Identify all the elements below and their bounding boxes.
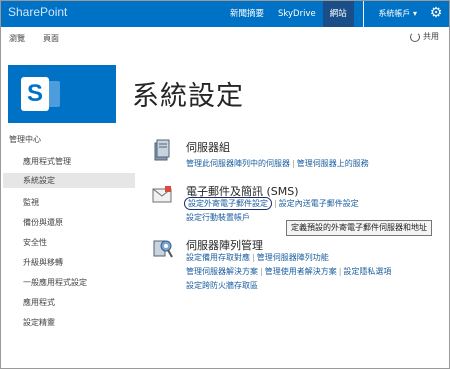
suite-nav-skydrive[interactable]: SkyDrive <box>271 1 323 27</box>
window-frame: SharePoint 新聞摘要 SkyDrive 網站 系統帳戶 ▾ ⚙ 瀏覽 … <box>0 0 450 369</box>
left-nav-item[interactable]: 一般應用程式設定 <box>23 277 87 288</box>
link-mobile-account[interactable]: 設定行動裝置帳戶 <box>186 212 250 223</box>
share-button[interactable]: 共用 <box>410 31 439 42</box>
brand-label[interactable]: SharePoint <box>8 5 67 19</box>
link-farm-features[interactable]: 管理伺服器陣列功能 <box>257 253 329 262</box>
left-nav-item-selected[interactable]: 系統設定 <box>3 173 135 188</box>
account-menu[interactable]: 系統帳戶 ▾ <box>378 1 417 27</box>
farm-management-icon <box>153 240 173 258</box>
server-icon <box>154 139 170 161</box>
link-manage-services[interactable]: 管理伺服器上的服務 <box>297 159 369 168</box>
group-title-farm[interactable]: 伺服器陣列管理 <box>186 237 263 253</box>
group-title-servers[interactable]: 伺服器組 <box>186 139 230 155</box>
tab-browse[interactable]: 瀏覽 <box>9 33 25 44</box>
link-cross-firewall[interactable]: 設定跨防火牆存取區 <box>186 280 258 291</box>
suite-bar: SharePoint 新聞摘要 SkyDrive 網站 系統帳戶 ▾ ⚙ <box>1 1 449 27</box>
link-privacy[interactable]: 設定隱私選項 <box>343 267 391 276</box>
gear-icon[interactable]: ⚙ <box>428 5 444 21</box>
group-links-servers: 管理此伺服器陣列中的伺服器 | 管理伺服器上的服務 <box>186 159 369 168</box>
left-nav-item[interactable]: 升級與移轉 <box>23 257 63 268</box>
link-manage-servers[interactable]: 管理此伺服器陣列中的伺服器 <box>186 159 290 168</box>
share-icon <box>410 31 420 42</box>
link-farm-solutions[interactable]: 管理伺服器解決方案 <box>186 267 258 276</box>
link-outgoing-email[interactable]: 設定外寄電子郵件設定 <box>184 197 272 210</box>
link-alternate-access[interactable]: 設定備用存取對應 <box>186 253 250 262</box>
left-nav-item[interactable]: 應用程式 <box>23 297 55 308</box>
left-nav-item[interactable]: 備份與還原 <box>23 217 63 228</box>
tooltip: 定義預設的外寄電子郵件伺服器和地址 <box>286 220 432 236</box>
logo-s-tile: S <box>21 77 49 111</box>
left-nav-item[interactable]: 安全性 <box>23 237 47 248</box>
suite-nav-sites[interactable]: 網站 <box>322 1 354 27</box>
group-links-farm-2: 管理伺服器解決方案 | 管理使用者解決方案 | 設定隱私選項 <box>186 267 392 276</box>
link-incoming-email[interactable]: 設定內送電子郵件設定 <box>279 199 359 208</box>
ribbon: 瀏覽 頁面 共用 <box>1 27 449 49</box>
suite-nav: 新聞摘要 SkyDrive 網站 <box>223 1 354 27</box>
left-nav-item[interactable]: 設定精靈 <box>23 317 55 328</box>
sharepoint-logo[interactable]: S <box>8 65 116 123</box>
group-links-farm-1: 設定備用存取對應 | 管理伺服器陣列功能 <box>186 253 329 262</box>
left-nav-heading[interactable]: 管理中心 <box>9 134 41 145</box>
suite-divider <box>363 1 364 27</box>
link-user-solutions[interactable]: 管理使用者解決方案 <box>265 267 337 276</box>
share-label: 共用 <box>423 32 439 41</box>
suite-nav-news[interactable]: 新聞摘要 <box>223 1 271 27</box>
group-links-email: 設定外寄電子郵件設定 | 設定內送電子郵件設定 <box>184 197 359 210</box>
left-nav-item[interactable]: 應用程式管理 <box>23 156 71 167</box>
page-title: 系統設定 <box>132 81 244 112</box>
left-nav-item[interactable]: 監視 <box>23 197 39 208</box>
tab-page[interactable]: 頁面 <box>43 33 59 44</box>
email-icon <box>152 186 172 203</box>
